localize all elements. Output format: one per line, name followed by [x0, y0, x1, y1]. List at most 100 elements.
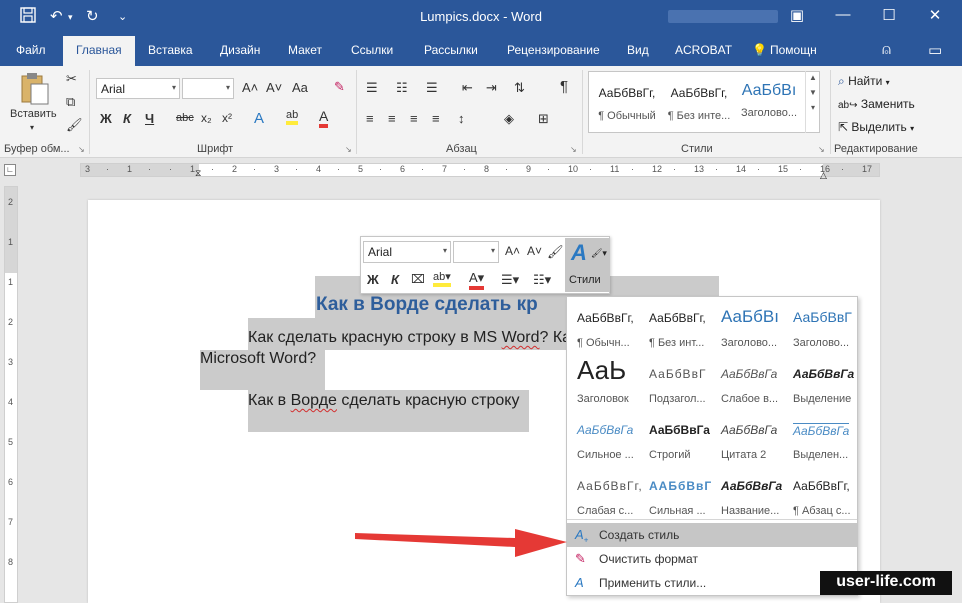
shading-icon[interactable]: ◈: [504, 111, 514, 127]
tab-layout[interactable]: Макет: [288, 43, 322, 57]
mini-brush-icon[interactable]: ⌧: [411, 272, 425, 286]
mini-highlight-icon[interactable]: ab▾: [433, 270, 451, 287]
clipboard-launcher-icon[interactable]: ↘: [78, 145, 85, 154]
styles-gallery-scroll[interactable]: ▲ ▼ ▾: [805, 71, 820, 133]
superscript-button[interactable]: x²: [222, 111, 232, 125]
show-formatting-button[interactable]: ¶: [560, 78, 568, 95]
borders-icon[interactable]: ⊞: [538, 111, 549, 127]
tab-tell-me[interactable]: Помощн: [770, 43, 817, 57]
increase-indent-icon[interactable]: ⇥: [486, 80, 497, 96]
style-cell[interactable]: АаБбВвГ Подзагол...: [641, 355, 713, 411]
create-style-button[interactable]: A+ Создать стиль: [567, 523, 857, 547]
mini-font-select[interactable]: Arial ▾: [363, 241, 451, 263]
mini-font-color-icon[interactable]: A▾: [469, 270, 485, 290]
mini-shrink-font-button[interactable]: A˅: [527, 244, 542, 258]
multilevel-list-icon[interactable]: ☰: [426, 80, 438, 96]
font-color-button[interactable]: A: [319, 108, 329, 128]
style-cell[interactable]: АаБбВвГа Строгий: [641, 411, 713, 467]
apply-styles-button[interactable]: A Применить стили...: [567, 571, 857, 595]
mini-numbering-icon[interactable]: ☷▾: [533, 272, 551, 288]
tab-mailings[interactable]: Рассылки: [424, 43, 478, 57]
tab-design[interactable]: Дизайн: [220, 43, 260, 57]
align-left-icon[interactable]: ≡: [366, 111, 374, 126]
document-paragraph-2[interactable]: Как в Ворде сделать красную строку: [248, 392, 519, 410]
mini-bullets-icon[interactable]: ☰▾: [501, 272, 519, 288]
font-name-select[interactable]: Arial ▾: [96, 78, 180, 99]
right-indent-marker-icon[interactable]: △: [820, 170, 827, 181]
style-cell[interactable]: АаБбВı Заголово...: [713, 299, 785, 355]
style-cell[interactable]: АаБбВвГа Выделение: [785, 355, 857, 411]
comments-icon[interactable]: ▭: [928, 41, 942, 59]
document-heading[interactable]: Как в Ворде сделать кр: [316, 294, 538, 316]
style-normal[interactable]: АаБбВвГг, ¶ Обычный: [591, 72, 663, 132]
underline-button[interactable]: Ч: [145, 111, 154, 126]
mini-styles-button[interactable]: A 🖌▾ Стили: [565, 238, 609, 292]
maximize-button[interactable]: ☐: [874, 6, 904, 24]
horizontal-ruler[interactable]: ∟ 3 · 1 · · 1 · 2 · 3 · 4 · 5 · 6 · 7 · 8 · 9 · 10 · 11 · 12 · 13 · 14 ·…: [0, 158, 962, 182]
mini-grow-font-button[interactable]: A˄: [505, 244, 520, 258]
minimize-button[interactable]: —: [828, 6, 858, 23]
font-size-select[interactable]: ▾: [182, 78, 234, 99]
style-cell[interactable]: АаБбВвГг, ¶ Без инт...: [641, 299, 713, 355]
tab-acrobat[interactable]: ACROBAT: [675, 43, 732, 57]
shrink-font-button[interactable]: A˅: [266, 80, 282, 95]
format-painter-icon[interactable]: 🖌: [66, 117, 83, 133]
mini-bold-button[interactable]: Ж: [367, 272, 379, 287]
tab-references[interactable]: Ссылки: [351, 43, 393, 57]
tab-selector-icon[interactable]: ∟: [4, 164, 16, 176]
subscript-button[interactable]: x₂: [201, 111, 212, 125]
style-cell[interactable]: АаБбВвГа Цитата 2: [713, 411, 785, 467]
document-paragraph-1-line-2[interactable]: Microsoft Word?: [200, 350, 316, 368]
paste-dropdown-icon[interactable]: ▾: [30, 123, 34, 132]
paragraph-launcher-icon[interactable]: ↘: [570, 145, 577, 154]
style-cell[interactable]: ААБбВвГг Сильная ...: [641, 467, 713, 523]
styles-launcher-icon[interactable]: ↘: [818, 145, 825, 154]
highlight-button[interactable]: ab: [286, 109, 299, 125]
tab-insert[interactable]: Вставка: [148, 43, 193, 57]
align-center-icon[interactable]: ≡: [388, 111, 396, 126]
style-cell[interactable]: АаБбВвГа Выделен...: [785, 411, 857, 467]
numbering-icon[interactable]: ☷: [396, 80, 408, 96]
find-button[interactable]: ⌕ Найти ▾: [838, 74, 890, 89]
font-launcher-icon[interactable]: ↘: [345, 145, 352, 154]
align-right-icon[interactable]: ≡: [410, 111, 418, 126]
tab-home[interactable]: Главная: [63, 36, 135, 66]
copy-icon[interactable]: ⧉: [66, 94, 75, 110]
clear-formatting-icon[interactable]: ✎: [334, 79, 345, 95]
sort-icon[interactable]: ⇅: [514, 80, 525, 96]
text-effects-button[interactable]: A: [254, 110, 264, 127]
mini-italic-button[interactable]: К: [391, 272, 399, 287]
style-cell[interactable]: АаБбВвГа Название...: [713, 467, 785, 523]
style-cell[interactable]: АаБбВвГа Слабое в...: [713, 355, 785, 411]
style-cell[interactable]: АаБбВвГг, ¶ Абзац с...: [785, 467, 857, 523]
share-icon[interactable]: ⍝: [882, 41, 891, 58]
style-cell[interactable]: АаБбВвГа Сильное ...: [569, 411, 641, 467]
document-paragraph-1[interactable]: Как сделать красную строку в MS Word? Ка: [248, 329, 571, 347]
bullets-icon[interactable]: ☰: [366, 80, 378, 96]
cut-icon[interactable]: ✂: [66, 71, 77, 87]
style-cell[interactable]: АаЬ Заголовок: [569, 355, 641, 411]
close-button[interactable]: ✕: [920, 6, 950, 24]
tab-review[interactable]: Рецензирование: [507, 43, 600, 57]
mini-size-select[interactable]: ▾: [453, 241, 499, 263]
indent-marker-icon[interactable]: ⧖: [195, 168, 201, 179]
ribbon-options-button[interactable]: ▣: [782, 6, 812, 24]
style-cell[interactable]: АаБбВвГг, Слабая с...: [569, 467, 641, 523]
style-heading-1[interactable]: АаБбВı Заголово...: [735, 72, 803, 132]
bold-button[interactable]: Ж: [100, 111, 112, 126]
justify-icon[interactable]: ≡: [432, 111, 440, 126]
tab-file[interactable]: Файл: [16, 43, 46, 57]
clear-format-button[interactable]: ✎ Очистить формат: [567, 547, 857, 571]
style-no-spacing[interactable]: АаБбВвГг, ¶ Без инте...: [663, 72, 735, 132]
italic-button[interactable]: К: [123, 111, 131, 126]
paste-button[interactable]: Вставить: [10, 108, 57, 120]
decrease-indent-icon[interactable]: ⇤: [462, 80, 473, 96]
tab-view[interactable]: Вид: [627, 43, 649, 57]
line-spacing-icon[interactable]: ↕: [458, 111, 465, 126]
grow-font-button[interactable]: A˄: [242, 80, 258, 95]
strikethrough-button[interactable]: abc: [176, 112, 194, 124]
style-cell[interactable]: АаБбВвГг, ¶ Обычн...: [569, 299, 641, 355]
mini-format-painter-icon[interactable]: 🖌: [547, 244, 564, 260]
change-case-button[interactable]: Aa: [292, 80, 308, 95]
style-cell[interactable]: АаБбВвГ Заголово...: [785, 299, 857, 355]
